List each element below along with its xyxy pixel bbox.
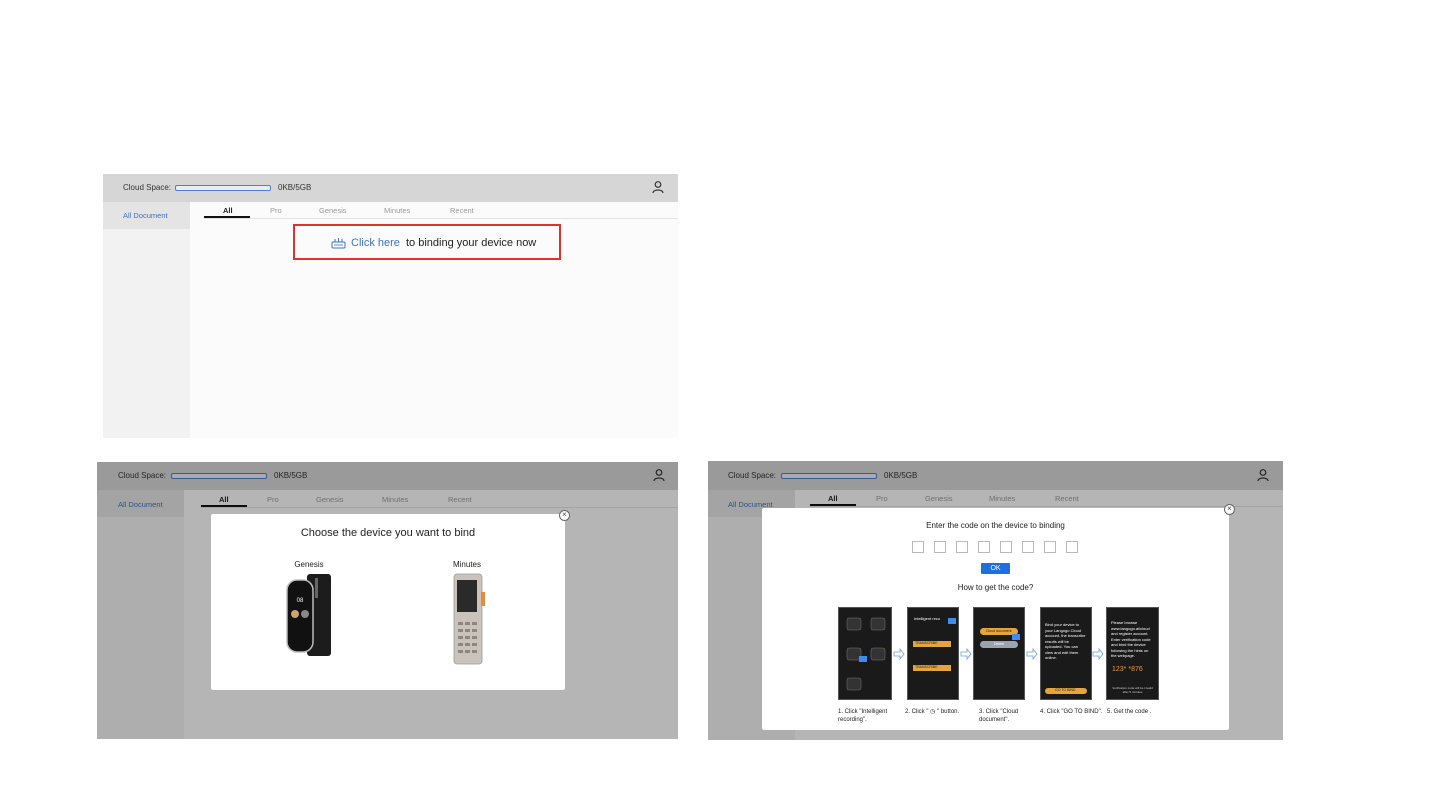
step-2-caption: 2. Click " ◷ " button. <box>905 709 960 715</box>
arrow-right-icon <box>960 648 972 660</box>
device-name: Minutes <box>452 560 481 569</box>
tab-pro[interactable]: Pro <box>270 206 282 215</box>
phone-highlight <box>1012 634 1020 640</box>
device-option-minutes[interactable]: Minutes <box>439 558 495 668</box>
phone-screen-apps <box>846 617 886 691</box>
tab-divider <box>204 218 678 219</box>
phone-button: GO TO BIND <box>1045 688 1087 694</box>
step-4-phone: Bind your device to your Langogo Cloud a… <box>1040 607 1092 700</box>
choose-device-modal: × Choose the device you want to bind Gen… <box>211 510 570 690</box>
arrow-right-icon <box>1092 648 1104 660</box>
code-digit-input[interactable] <box>1000 541 1012 553</box>
tab-genesis[interactable]: Genesis <box>319 206 347 215</box>
phone-badge: TRANSCRIBE <box>913 665 951 671</box>
step-3-phone: Cloud document Delete <box>973 607 1025 700</box>
cloud-space-size: 0KB/5GB <box>278 183 312 192</box>
screenshot-bind-prompt: Cloud Space: 0KB/5GB All Document All Pr… <box>103 174 678 438</box>
code-digit-input[interactable] <box>1022 541 1034 553</box>
step-1-phone <box>838 607 892 700</box>
step-5-phone: Please browse www.langogo.ai/cloud and r… <box>1106 607 1159 700</box>
sidebar-item-all-document[interactable]: All Document <box>103 202 190 229</box>
verification-code: 123* *876 <box>1112 666 1143 673</box>
code-digit-input[interactable] <box>1044 541 1056 553</box>
tab-active-indicator <box>204 216 250 218</box>
step-3-caption: 3. Click "Cloud document". <box>979 709 1019 723</box>
arrow-right-icon <box>1026 648 1038 660</box>
genesis-device-image: 08 <box>286 574 331 656</box>
how-to-get-code: How to get the code? <box>957 583 1034 592</box>
svg-text:08: 08 <box>297 598 304 604</box>
step-2-phone: Intelligent reco TRANSCRIBE TRANSCRIBE <box>907 607 959 700</box>
code-digit-input[interactable] <box>956 541 968 553</box>
phone-text: Bind your device to your Langogo Cloud a… <box>1045 622 1086 660</box>
tab-all[interactable]: All <box>223 206 233 215</box>
screenshot-choose-device: Cloud Space: 0KB/5GB All Document All Pr… <box>97 462 678 739</box>
device-option-genesis[interactable]: Genesis 08 <box>281 558 337 658</box>
enter-code-modal: × Enter the code on the device to bindin… <box>762 504 1235 730</box>
step-1-caption: 1. Click "Intelligent recording". <box>838 709 888 723</box>
close-icon[interactable]: × <box>1224 504 1235 515</box>
code-digit-input[interactable] <box>1066 541 1078 553</box>
code-digit-input[interactable] <box>934 541 946 553</box>
screenshot-enter-code: Cloud Space: 0KB/5GB All Document All Pr… <box>708 461 1283 740</box>
close-icon[interactable]: × <box>559 510 570 521</box>
phone-note: Verification code will be invalid after … <box>1112 686 1153 694</box>
step-5-caption: 5. Get the code . <box>1107 709 1152 715</box>
code-digit-input[interactable] <box>912 541 924 553</box>
step-4-caption: 4. Click "GO TO BIND". <box>1040 709 1103 715</box>
user-icon[interactable] <box>651 180 665 194</box>
device-bind-icon <box>331 238 346 249</box>
device-name: Genesis <box>294 560 324 569</box>
tab-minutes[interactable]: Minutes <box>384 206 410 215</box>
modal-title: Choose the device you want to bind <box>300 527 476 539</box>
phone-button: Delete <box>980 641 1018 648</box>
top-bar: Cloud Space: 0KB/5GB <box>103 174 678 202</box>
minutes-device-image <box>453 573 485 665</box>
phone-badge: TRANSCRIBE <box>913 641 951 647</box>
bind-prompt-text: to binding your device now <box>406 237 537 249</box>
phone-text: Please browse www.langogo.ai/cloud and r… <box>1111 620 1151 658</box>
sidebar: All Document <box>103 202 190 438</box>
phone-header: Intelligent reco <box>914 616 941 621</box>
cloud-space-label: Cloud Space: <box>123 183 172 192</box>
modal-title: Enter the code on the device to binding <box>926 521 1065 530</box>
sidebar-item-label: All Document <box>123 211 168 220</box>
ok-button[interactable]: OK <box>981 563 1010 574</box>
arrow-right-icon <box>893 648 905 660</box>
click-here-link[interactable]: Click here <box>351 237 400 249</box>
phone-highlight <box>948 618 956 624</box>
tab-recent[interactable]: Recent <box>450 206 474 215</box>
bind-prompt-box: Click here to binding your device now <box>293 224 561 260</box>
code-digit-input[interactable] <box>978 541 990 553</box>
cloud-space-progress <box>175 185 271 191</box>
